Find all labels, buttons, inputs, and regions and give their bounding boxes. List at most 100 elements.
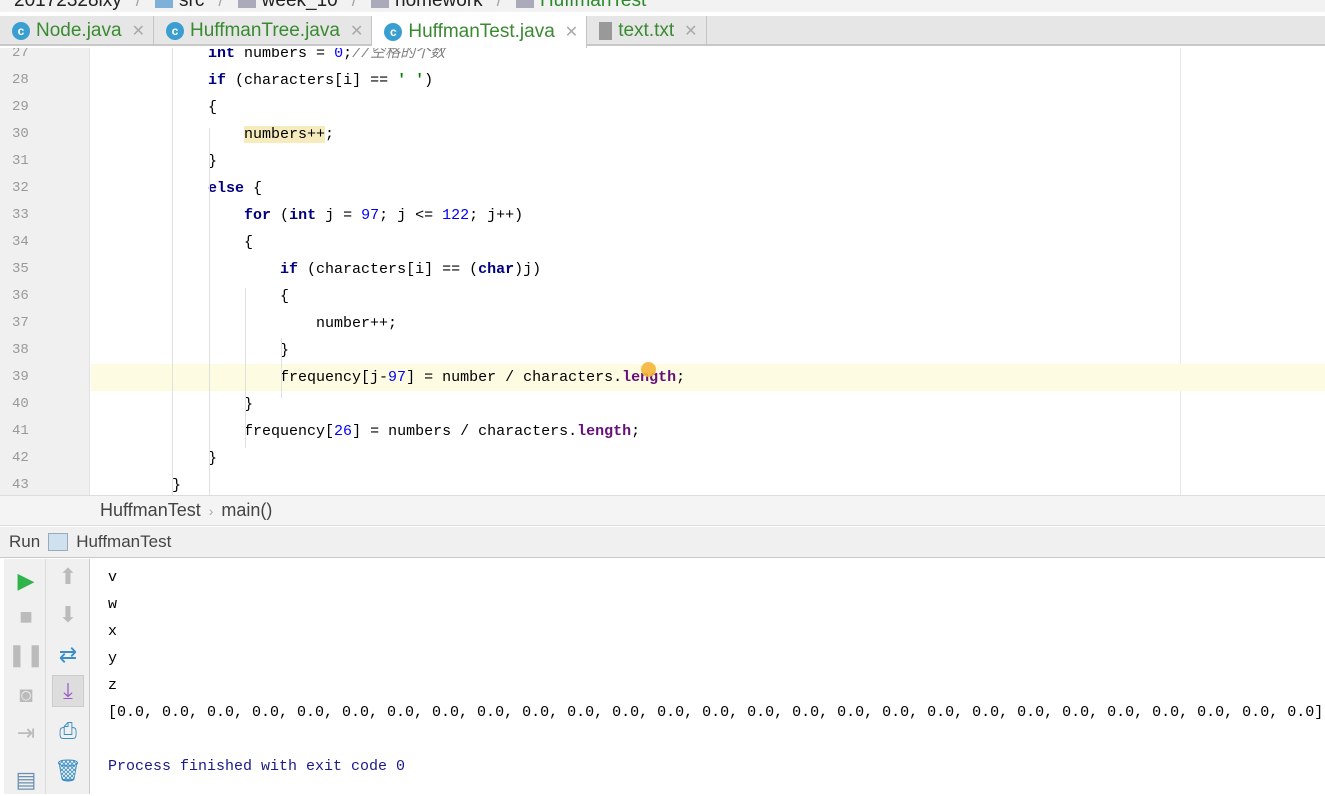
code-token: }	[100, 396, 254, 413]
code-line: frequency[26] = numbers / characters.len…	[100, 418, 640, 445]
runnable-class-icon: c	[384, 23, 403, 41]
nav-method[interactable]: main()	[221, 500, 272, 521]
breadcrumb: 20172328lxy / src / week_10 / homework / Huffman…	[0, 0, 1325, 12]
pause-icon[interactable]: ❚❚	[8, 639, 45, 671]
close-icon[interactable]: ✕	[684, 21, 697, 41]
breadcrumb-item[interactable]: homework	[371, 0, 483, 12]
code-line: if (characters[i] == (char)j)	[100, 256, 541, 283]
code-line: number++;	[100, 310, 397, 337]
code-token: {	[244, 180, 263, 197]
tab-label: Node.java	[36, 20, 122, 41]
text-file-icon	[599, 22, 613, 40]
breadcrumb-label: src	[179, 0, 205, 11]
code-token: //空格的个数	[352, 48, 446, 62]
run-config-tab[interactable]: HuffmanTest	[76, 532, 171, 552]
camera-icon[interactable]: ◙	[10, 679, 42, 711]
tab-label: HuffmanTest.java	[408, 21, 555, 42]
right-margin-guide	[1180, 48, 1181, 495]
soft-wrap-icon[interactable]: ⇄	[52, 639, 84, 671]
code-token: length	[577, 423, 632, 440]
code-line: }	[100, 472, 181, 495]
code-token: ;	[676, 369, 686, 386]
close-icon[interactable]: ✕	[565, 22, 578, 42]
code-token: for	[244, 207, 272, 224]
line-number: 34	[12, 234, 29, 250]
line-number: 42	[12, 450, 29, 466]
breadcrumb-item[interactable]: src	[155, 0, 204, 12]
code-token: if	[280, 261, 299, 278]
code-token: j =	[316, 207, 362, 224]
code-line: {	[100, 283, 289, 310]
code-line: }	[100, 445, 217, 472]
code-token: else	[208, 180, 245, 197]
structure-breadcrumb: HuffmanTest › main()	[0, 495, 1325, 526]
code-token: ; j++)	[469, 207, 524, 224]
scroll-to-end-icon[interactable]: ⤓	[52, 675, 84, 707]
line-number: 43	[12, 477, 29, 493]
line-number: 27	[12, 48, 29, 61]
code-token: 97	[361, 207, 380, 224]
code-token: }	[100, 450, 218, 467]
folder-icon	[237, 0, 256, 8]
tab-text-txt[interactable]: text.txt ✕	[587, 16, 707, 46]
tab-huffmantree-java[interactable]: c HuffmanTree.java ✕	[154, 16, 373, 46]
code-line: }	[100, 391, 253, 418]
breadcrumb-separator: /	[496, 0, 502, 11]
code-token: {	[100, 234, 254, 251]
line-number: 39	[12, 369, 29, 385]
code-token: ] = number / characters.	[406, 369, 623, 386]
code-token: )	[424, 72, 434, 89]
print-icon[interactable]: ⎙	[52, 715, 84, 747]
intention-bulb-icon[interactable]	[641, 362, 656, 377]
console-line: [0.0, 0.0, 0.0, 0.0, 0.0, 0.0, 0.0, 0.0,…	[108, 704, 1324, 721]
code-token: {	[100, 99, 218, 116]
code-token: ;	[631, 423, 641, 440]
code-token: int	[289, 207, 317, 224]
breadcrumb-label: 20172328lxy	[14, 0, 122, 11]
code-line: numbers++;	[100, 121, 334, 148]
console-line: w	[108, 596, 118, 613]
breadcrumb-label: week_10	[261, 0, 338, 11]
code-token: 122	[442, 207, 470, 224]
stop-icon[interactable]: ■	[10, 601, 42, 633]
rerun-icon[interactable]: ▶	[10, 565, 42, 597]
breadcrumb-label: HuffmanTest	[539, 0, 647, 11]
down-arrow-icon[interactable]: ⬇	[52, 599, 84, 631]
line-number: 36	[12, 288, 29, 304]
breadcrumb-item[interactable]: week_10	[237, 0, 338, 12]
breadcrumb-item[interactable]: HuffmanTest	[515, 0, 647, 12]
code-token: 97	[388, 369, 407, 386]
breadcrumb-separator: /	[218, 0, 224, 11]
indent-guide	[245, 288, 246, 448]
up-arrow-icon[interactable]: ⬆	[52, 561, 84, 593]
code-editor[interactable]: 27 28 29 30 31 32 33 34 35 36 37 38 39 40 41 42 43 int n…	[0, 48, 1325, 495]
close-icon[interactable]: ✕	[350, 21, 363, 41]
code-line: int numbers = 0;//空格的个数	[100, 48, 445, 67]
tab-node-java[interactable]: c Node.java ✕	[0, 16, 154, 46]
nav-separator: ›	[208, 502, 214, 519]
console-line: Process finished with exit code 0	[108, 758, 406, 775]
trash-icon[interactable]: 🗑	[52, 755, 84, 787]
code-token: char	[478, 261, 515, 278]
code-line: {	[100, 229, 253, 256]
code-token: ] = numbers / characters.	[352, 423, 578, 440]
close-icon[interactable]: ✕	[132, 21, 145, 41]
code-token: ' '	[397, 72, 425, 89]
line-number: 37	[12, 315, 29, 331]
line-number: 31	[12, 153, 29, 169]
indent-guide	[281, 338, 282, 398]
line-number-gutter: 27 28 29 30 31 32 33 34 35 36 37 38 39 40 41 42 43	[0, 48, 90, 495]
layout-icon[interactable]: ▤	[10, 764, 42, 796]
exit-icon[interactable]: ⇥	[10, 717, 42, 749]
console-line: x	[108, 623, 118, 640]
code-token: numbers =	[235, 48, 335, 62]
console-output[interactable]: v w x y z [0.0, 0.0, 0.0, 0.0, 0.0, 0.0, 0.0,…	[91, 559, 1325, 794]
nav-class[interactable]: HuffmanTest	[100, 500, 201, 521]
code-token: }	[100, 477, 182, 494]
console-toolbar: ⬆ ⬇ ⇄ ⤓ ⎙ 🗑	[46, 559, 90, 794]
code-line: else {	[100, 175, 262, 202]
breadcrumb-item[interactable]: 20172328lxy	[14, 0, 122, 12]
tab-huffmantest-java[interactable]: c HuffmanTest.java ✕	[372, 16, 588, 48]
code-token: 0	[334, 48, 344, 62]
